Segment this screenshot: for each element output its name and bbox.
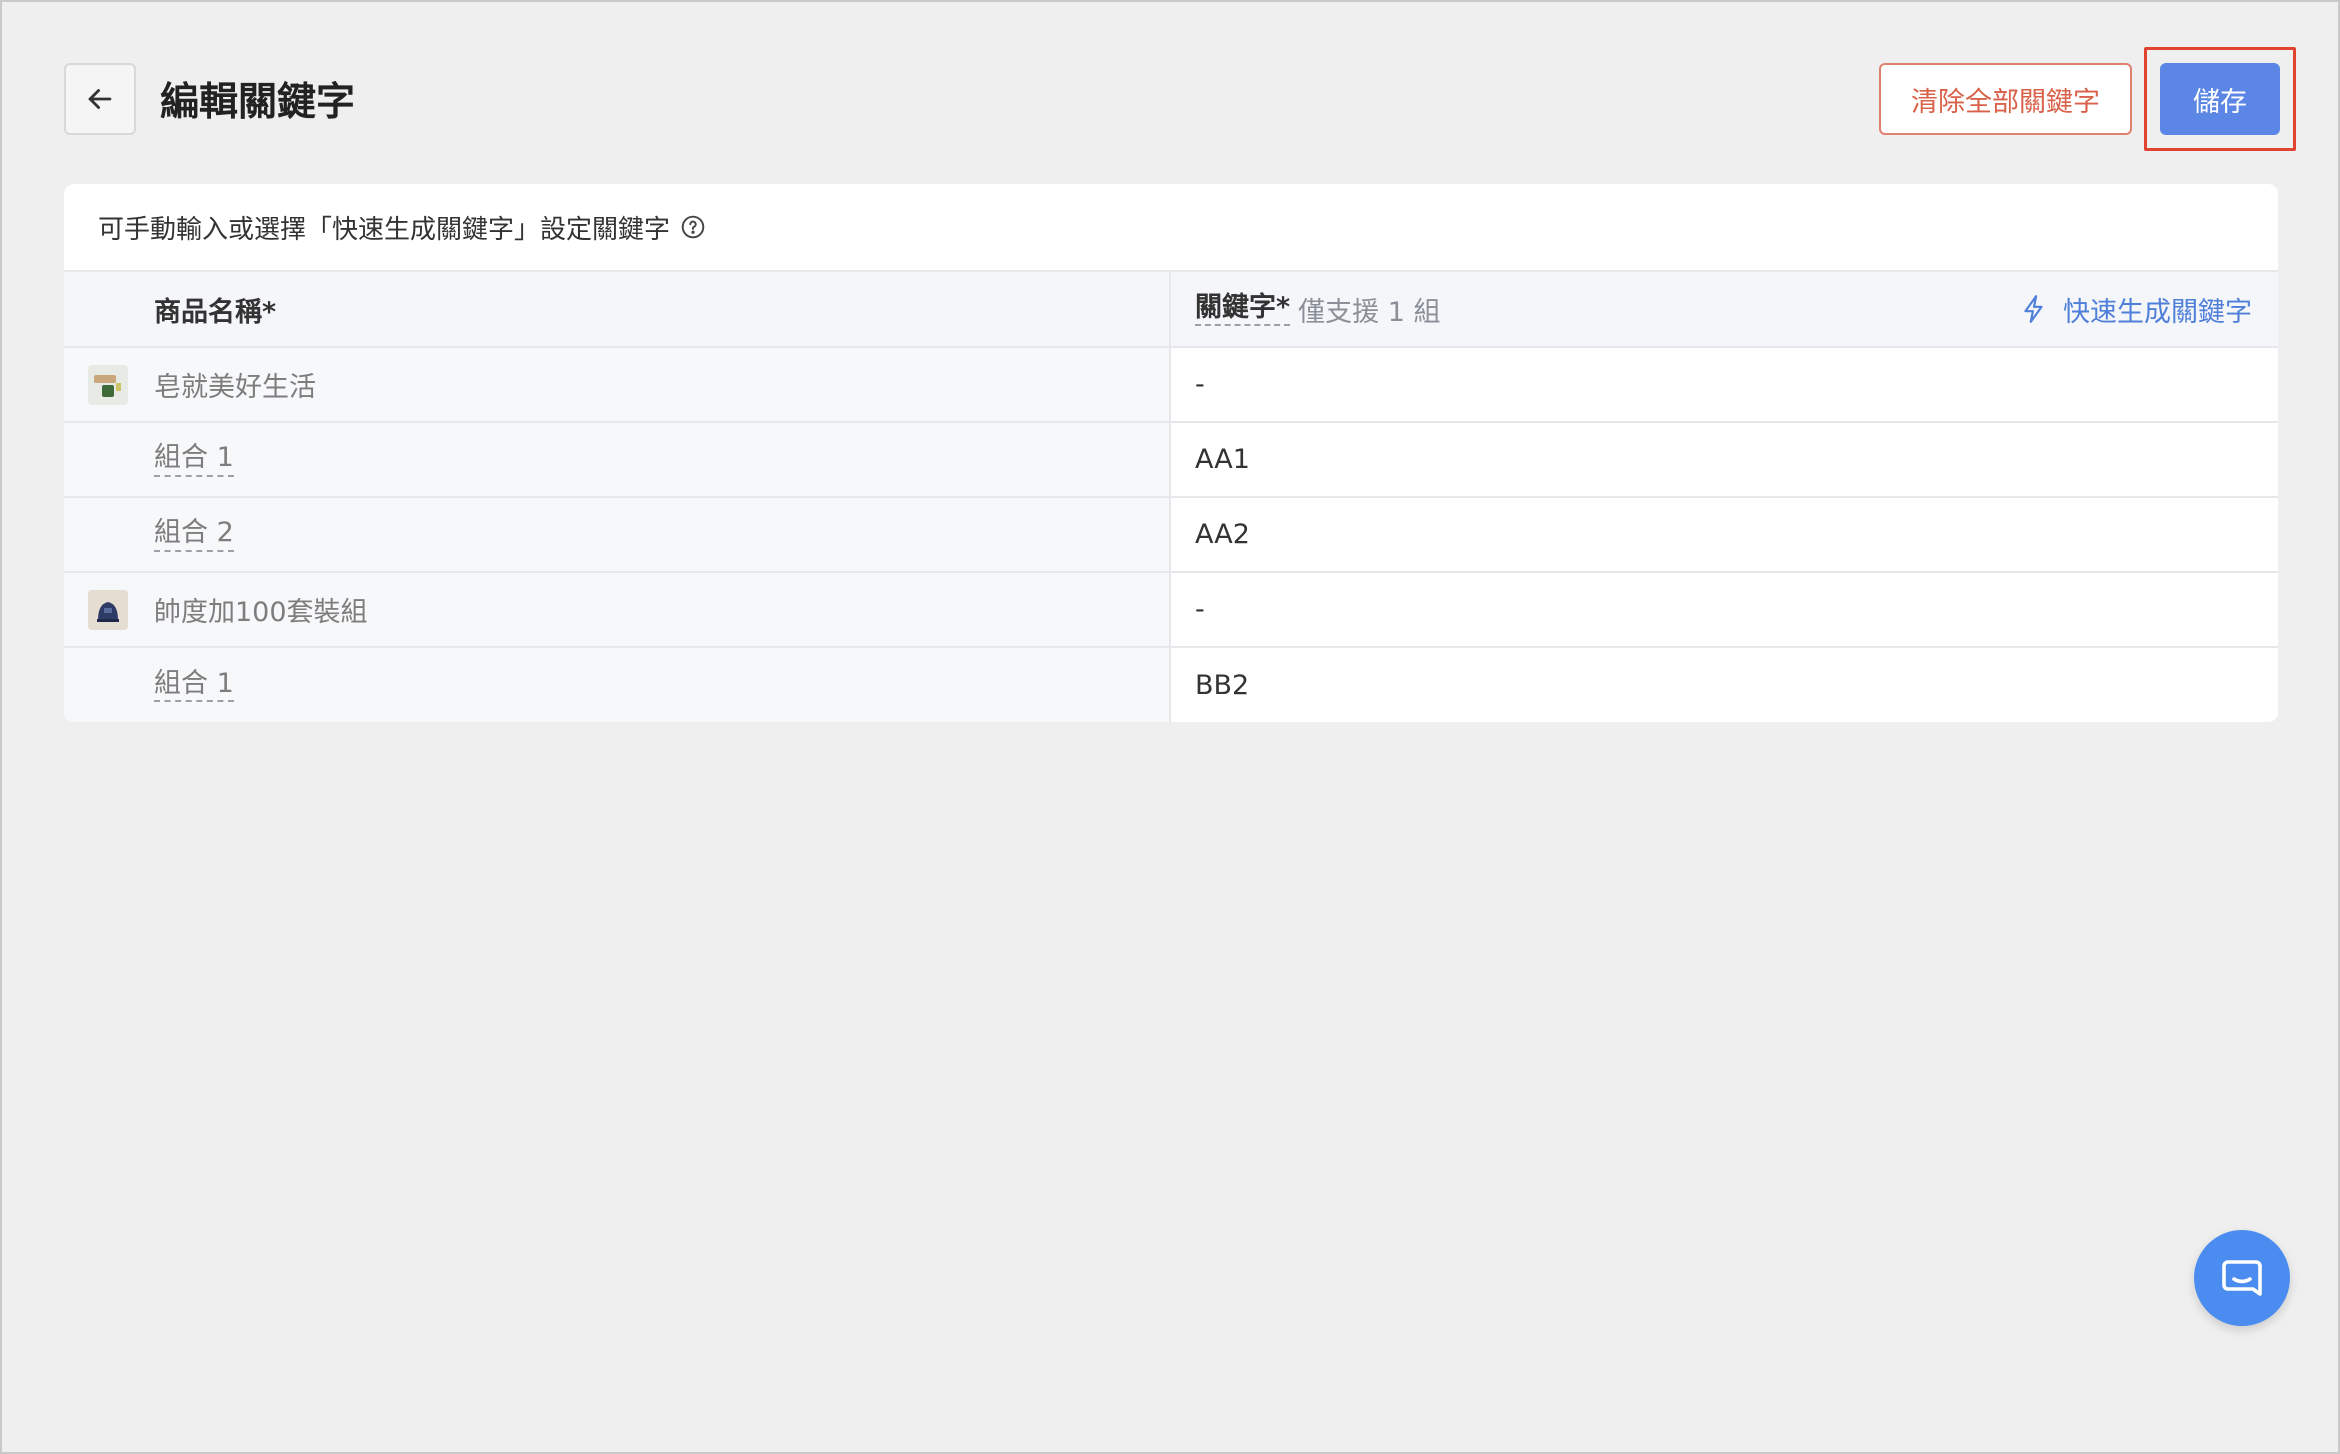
chat-support-button[interactable]: [2194, 1230, 2290, 1326]
product-name: 皂就美好生活: [154, 372, 316, 403]
product-name-header-label: 商品名稱*: [154, 296, 277, 328]
card-hint: 可手動輸入或選擇「快速生成關鍵字」設定關鍵字: [64, 184, 2278, 272]
quick-generate-label: 快速生成關鍵字: [2063, 296, 2252, 328]
product-name-header: 商品名稱*: [64, 272, 1171, 348]
product-name-cell: 帥度加100套裝組: [64, 572, 1171, 648]
save-button[interactable]: 儲存: [2160, 63, 2280, 135]
keyword-card: 可手動輸入或選擇「快速生成關鍵字」設定關鍵字 商品名稱* 關鍵字* 僅支援 1 …: [64, 184, 2278, 722]
soap-product-thumbnail: [88, 364, 128, 405]
variant-name[interactable]: 組合 1: [154, 668, 234, 703]
keyword-cell[interactable]: AA1: [1170, 422, 2278, 498]
variant-name-cell: 組合 1: [64, 647, 1171, 722]
table-row: 皂就美好生活 -: [64, 347, 2278, 423]
table-header-row: 商品名稱* 關鍵字* 僅支援 1 組 快速生成關鍵字: [64, 272, 2278, 348]
table-row: 組合 1 AA1: [64, 422, 2278, 498]
page-header: 編輯關鍵字 清除全部關鍵字 儲存: [64, 47, 2296, 151]
keyword-cell[interactable]: BB2: [1170, 647, 2278, 722]
keyword-header: 關鍵字* 僅支援 1 組 快速生成關鍵字: [1170, 272, 2278, 348]
table-row: 組合 1 BB2: [64, 647, 2278, 722]
table-row: 組合 2 AA2: [64, 497, 2278, 573]
keyword-header-label: 關鍵字*: [1195, 292, 1291, 327]
keyword-cell[interactable]: AA2: [1170, 497, 2278, 573]
bag-product-thumbnail: [88, 589, 128, 630]
page-title: 編輯關鍵字: [160, 80, 356, 125]
chat-icon: [2222, 1260, 2262, 1296]
keyword-cell[interactable]: -: [1170, 572, 2278, 648]
product-name-cell: 皂就美好生活: [64, 347, 1171, 423]
keyword-cell[interactable]: -: [1170, 347, 2278, 423]
arrow-left-icon: [88, 89, 112, 109]
hint-text: 可手動輸入或選擇「快速生成關鍵字」設定關鍵字: [98, 214, 671, 245]
clear-all-keywords-button[interactable]: 清除全部關鍵字: [1879, 63, 2132, 135]
keyword-header-note: 僅支援 1 組: [1298, 296, 1441, 328]
save-button-highlight: 儲存: [2144, 47, 2296, 151]
variant-name-cell: 組合 2: [64, 497, 1171, 573]
variant-name[interactable]: 組合 2: [154, 517, 234, 552]
product-name: 帥度加100套裝組: [154, 597, 368, 628]
keyword-table: 商品名稱* 關鍵字* 僅支援 1 組 快速生成關鍵字 皂就美好生活 - 組合 1…: [64, 272, 2278, 722]
table-row: 帥度加100套裝組 -: [64, 572, 2278, 648]
lightning-icon: [2024, 295, 2043, 323]
question-circle-icon[interactable]: [680, 214, 706, 240]
variant-name-cell: 組合 1: [64, 422, 1171, 498]
quick-generate-keywords-button[interactable]: 快速生成關鍵字: [2021, 290, 2252, 329]
variant-name[interactable]: 組合 1: [154, 442, 234, 477]
back-button[interactable]: [64, 63, 136, 135]
